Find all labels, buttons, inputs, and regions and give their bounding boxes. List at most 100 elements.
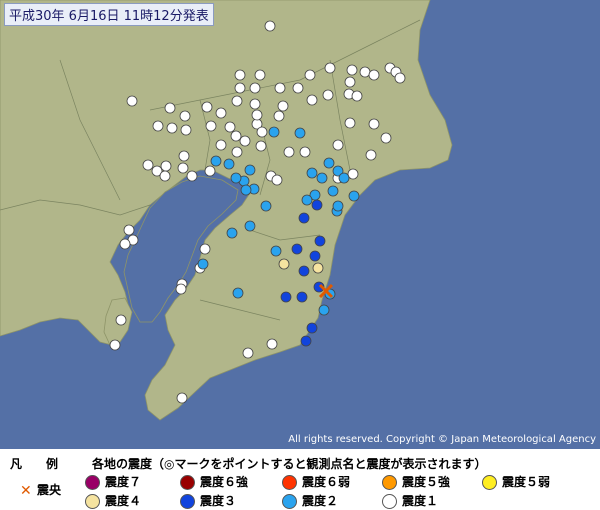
- station-marker-intensity-1[interactable]: [256, 126, 268, 138]
- station-marker-intensity-2[interactable]: [306, 167, 318, 179]
- station-marker-intensity-1[interactable]: [239, 135, 251, 147]
- station-marker-intensity-4[interactable]: [312, 262, 324, 274]
- station-marker-intensity-2[interactable]: [294, 127, 306, 139]
- station-marker-intensity-1[interactable]: [299, 146, 311, 158]
- station-marker-intensity-2[interactable]: [244, 164, 256, 176]
- station-marker-intensity-1[interactable]: [180, 124, 192, 136]
- station-marker-intensity-1[interactable]: [273, 110, 285, 122]
- station-marker-intensity-1[interactable]: [178, 150, 190, 162]
- station-marker-intensity-2[interactable]: [338, 172, 350, 184]
- station-marker-intensity-1[interactable]: [274, 82, 286, 94]
- station-marker-intensity-2[interactable]: [327, 185, 339, 197]
- station-marker-intensity-2[interactable]: [230, 172, 242, 184]
- station-marker-intensity-1[interactable]: [231, 146, 243, 158]
- station-marker-intensity-1[interactable]: [251, 109, 263, 121]
- station-marker-intensity-1[interactable]: [344, 117, 356, 129]
- station-marker-intensity-2[interactable]: [270, 245, 282, 257]
- station-marker-intensity-2[interactable]: [197, 258, 209, 270]
- station-marker-intensity-1[interactable]: [201, 101, 213, 113]
- station-marker-intensity-1[interactable]: [324, 62, 336, 74]
- station-marker-intensity-3[interactable]: [298, 212, 310, 224]
- station-marker-intensity-1[interactable]: [394, 72, 406, 84]
- station-marker-intensity-2[interactable]: [244, 220, 256, 232]
- station-marker-intensity-2[interactable]: [210, 155, 222, 167]
- station-marker-intensity-1[interactable]: [164, 102, 176, 114]
- legend-item-7: 震度７: [85, 474, 141, 490]
- station-marker-intensity-3[interactable]: [306, 322, 318, 334]
- station-marker-intensity-1[interactable]: [231, 95, 243, 107]
- station-marker-intensity-1[interactable]: [254, 69, 266, 81]
- station-marker-intensity-2[interactable]: [223, 158, 235, 170]
- station-marker-intensity-3[interactable]: [314, 235, 326, 247]
- station-marker-intensity-2[interactable]: [323, 157, 335, 169]
- station-marker-intensity-1[interactable]: [126, 95, 138, 107]
- station-marker-intensity-1[interactable]: [159, 170, 171, 182]
- station-marker-intensity-1[interactable]: [271, 174, 283, 186]
- station-marker-intensity-2[interactable]: [301, 194, 313, 206]
- station-marker-intensity-1[interactable]: [123, 224, 135, 236]
- station-marker-intensity-1[interactable]: [344, 76, 356, 88]
- station-marker-intensity-1[interactable]: [277, 100, 289, 112]
- station-marker-intensity-3[interactable]: [309, 250, 321, 262]
- station-marker-intensity-2[interactable]: [260, 200, 272, 212]
- station-marker-intensity-1[interactable]: [179, 110, 191, 122]
- station-marker-intensity-1[interactable]: [351, 90, 363, 102]
- station-marker-intensity-1[interactable]: [175, 283, 187, 295]
- station-marker-intensity-1[interactable]: [160, 160, 172, 172]
- station-marker-intensity-1[interactable]: [332, 139, 344, 151]
- station-marker-intensity-1[interactable]: [230, 130, 242, 142]
- station-marker-intensity-1[interactable]: [306, 94, 318, 106]
- station-marker-intensity-1[interactable]: [186, 170, 198, 182]
- station-marker-intensity-1[interactable]: [249, 82, 261, 94]
- station-marker-intensity-1[interactable]: [347, 168, 359, 180]
- station-marker-intensity-1[interactable]: [234, 69, 246, 81]
- station-marker-intensity-1[interactable]: [205, 120, 217, 132]
- station-marker-intensity-3[interactable]: [296, 291, 308, 303]
- station-marker-intensity-1[interactable]: [368, 69, 380, 81]
- station-marker-intensity-1[interactable]: [115, 314, 127, 326]
- station-marker-intensity-1[interactable]: [266, 338, 278, 350]
- station-marker-intensity-1[interactable]: [109, 339, 121, 351]
- station-marker-intensity-2[interactable]: [232, 287, 244, 299]
- station-marker-intensity-1[interactable]: [152, 120, 164, 132]
- station-marker-intensity-2[interactable]: [332, 200, 344, 212]
- station-marker-intensity-1[interactable]: [292, 82, 304, 94]
- station-marker-intensity-1[interactable]: [304, 69, 316, 81]
- station-marker-intensity-4[interactable]: [278, 258, 290, 270]
- station-marker-intensity-1[interactable]: [166, 122, 178, 134]
- station-marker-intensity-3[interactable]: [311, 199, 323, 211]
- station-marker-intensity-1[interactable]: [215, 107, 227, 119]
- station-marker-intensity-1[interactable]: [346, 64, 358, 76]
- station-marker-intensity-3[interactable]: [280, 291, 292, 303]
- station-marker-intensity-1[interactable]: [365, 149, 377, 161]
- station-marker-intensity-1[interactable]: [368, 118, 380, 130]
- station-marker-intensity-1[interactable]: [224, 121, 236, 133]
- station-marker-intensity-2[interactable]: [240, 184, 252, 196]
- station-marker-intensity-1[interactable]: [204, 165, 216, 177]
- station-marker-intensity-1[interactable]: [142, 159, 154, 171]
- station-marker-intensity-1[interactable]: [215, 139, 227, 151]
- station-marker-intensity-2[interactable]: [268, 126, 280, 138]
- station-marker-intensity-1[interactable]: [322, 89, 334, 101]
- station-marker-intensity-3[interactable]: [291, 243, 303, 255]
- station-marker-intensity-2[interactable]: [318, 304, 330, 316]
- station-marker-intensity-3[interactable]: [298, 265, 310, 277]
- station-marker-intensity-1[interactable]: [380, 132, 392, 144]
- station-marker-intensity-1[interactable]: [177, 162, 189, 174]
- station-marker-intensity-2[interactable]: [316, 172, 328, 184]
- station-marker-intensity-2[interactable]: [348, 190, 360, 202]
- station-marker-intensity-1[interactable]: [264, 20, 276, 32]
- intensity-7-dot-icon: [85, 475, 100, 490]
- station-marker-intensity-1[interactable]: [234, 82, 246, 94]
- station-marker-intensity-1[interactable]: [249, 98, 261, 110]
- station-marker-intensity-1[interactable]: [176, 392, 188, 404]
- station-marker-intensity-1[interactable]: [119, 238, 131, 250]
- legend-item-6plus: 震度６強: [180, 474, 248, 490]
- station-marker-intensity-1[interactable]: [255, 140, 267, 152]
- station-marker-intensity-3[interactable]: [300, 335, 312, 347]
- station-marker-intensity-1[interactable]: [199, 243, 211, 255]
- station-marker-intensity-1[interactable]: [359, 66, 371, 78]
- station-marker-intensity-2[interactable]: [226, 227, 238, 239]
- station-marker-intensity-1[interactable]: [242, 347, 254, 359]
- station-marker-intensity-1[interactable]: [283, 146, 295, 158]
